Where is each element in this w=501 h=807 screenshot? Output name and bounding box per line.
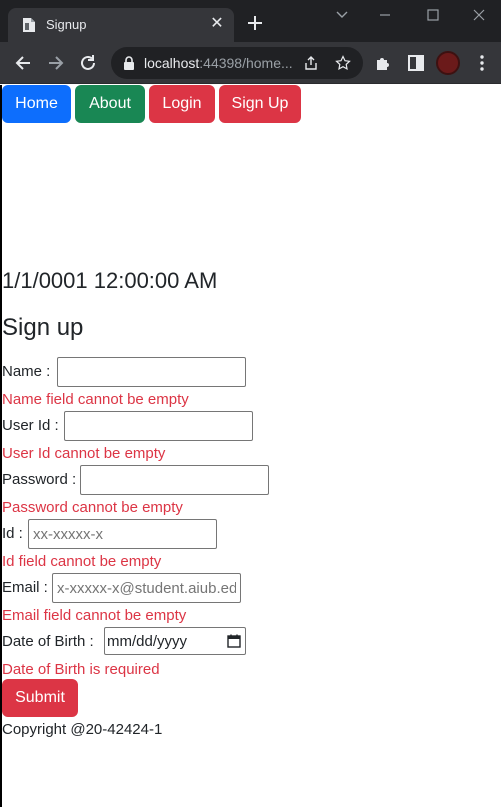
submit-button[interactable]: Submit	[2, 679, 78, 717]
id-row: Id :	[2, 519, 217, 549]
dob-error: Date of Birth is required	[2, 661, 160, 678]
extensions-icon[interactable]	[372, 52, 394, 74]
address-bar[interactable]: localhost:44398/home...	[111, 47, 363, 79]
menu-kebab-icon[interactable]	[471, 52, 493, 74]
new-tab-icon[interactable]	[244, 12, 266, 34]
page-viewport: Home About Login Sign Up 1/1/0001 12:00:…	[0, 85, 501, 807]
dob-label: Date of Birth :	[2, 633, 94, 650]
minimize-icon[interactable]	[372, 6, 398, 24]
browser-tab[interactable]: Signup ✕	[8, 8, 234, 42]
signup-button[interactable]: Sign Up	[219, 85, 301, 123]
userid-error: User Id cannot be empty	[2, 445, 166, 462]
side-panel-icon[interactable]	[405, 52, 427, 74]
about-button[interactable]: About	[75, 85, 145, 123]
userid-row: User Id :	[2, 411, 253, 441]
name-row: Name :	[2, 357, 246, 387]
maximize-icon[interactable]	[420, 6, 446, 24]
email-row: Email :	[2, 573, 241, 603]
url-text: localhost:44398/home...	[144, 55, 293, 71]
email-error: Email field cannot be empty	[2, 607, 187, 624]
bookmark-star-icon[interactable]	[335, 55, 351, 71]
dob-row: Date of Birth : mm/dd/yyyy	[2, 627, 246, 657]
name-label: Name :	[2, 363, 51, 380]
forward-arrow-icon[interactable]	[45, 52, 67, 74]
password-label: Password :	[2, 471, 77, 488]
page-icon	[23, 18, 35, 32]
copyright-text: Copyright @20-42424-1	[2, 721, 163, 738]
userid-field[interactable]	[64, 411, 253, 441]
share-icon[interactable]	[303, 55, 319, 71]
close-tab-icon[interactable]: ✕	[208, 15, 226, 33]
userid-label: User Id :	[2, 417, 59, 434]
home-button[interactable]: Home	[2, 85, 71, 123]
browser-tab-strip: Signup ✕	[0, 0, 501, 42]
tab-search-icon[interactable]	[329, 6, 355, 24]
email-label: Email :	[2, 579, 48, 596]
current-datetime: 1/1/0001 12:00:00 AM	[2, 268, 218, 293]
email-field[interactable]	[52, 573, 241, 603]
password-row: Password :	[2, 465, 269, 495]
close-window-icon[interactable]	[466, 6, 492, 24]
browser-toolbar: localhost:44398/home...	[0, 42, 501, 84]
name-error: Name field cannot be empty	[2, 391, 189, 408]
back-arrow-icon[interactable]	[12, 52, 34, 74]
password-error: Password cannot be empty	[2, 499, 183, 516]
tab-title: Signup	[46, 17, 87, 32]
page-title: Sign up	[2, 314, 84, 341]
calendar-icon[interactable]	[227, 634, 241, 648]
dob-field[interactable]: mm/dd/yyyy	[104, 627, 246, 655]
id-label: Id :	[2, 525, 23, 542]
id-field[interactable]	[28, 519, 217, 549]
profile-avatar[interactable]	[436, 51, 460, 75]
name-field[interactable]	[57, 357, 246, 387]
password-field[interactable]	[80, 465, 269, 495]
dob-placeholder: mm/dd/yyyy	[107, 633, 188, 650]
lock-icon[interactable]	[123, 56, 135, 70]
login-button[interactable]: Login	[149, 85, 215, 123]
id-error: Id field cannot be empty	[2, 553, 162, 570]
reload-icon[interactable]	[77, 52, 99, 74]
